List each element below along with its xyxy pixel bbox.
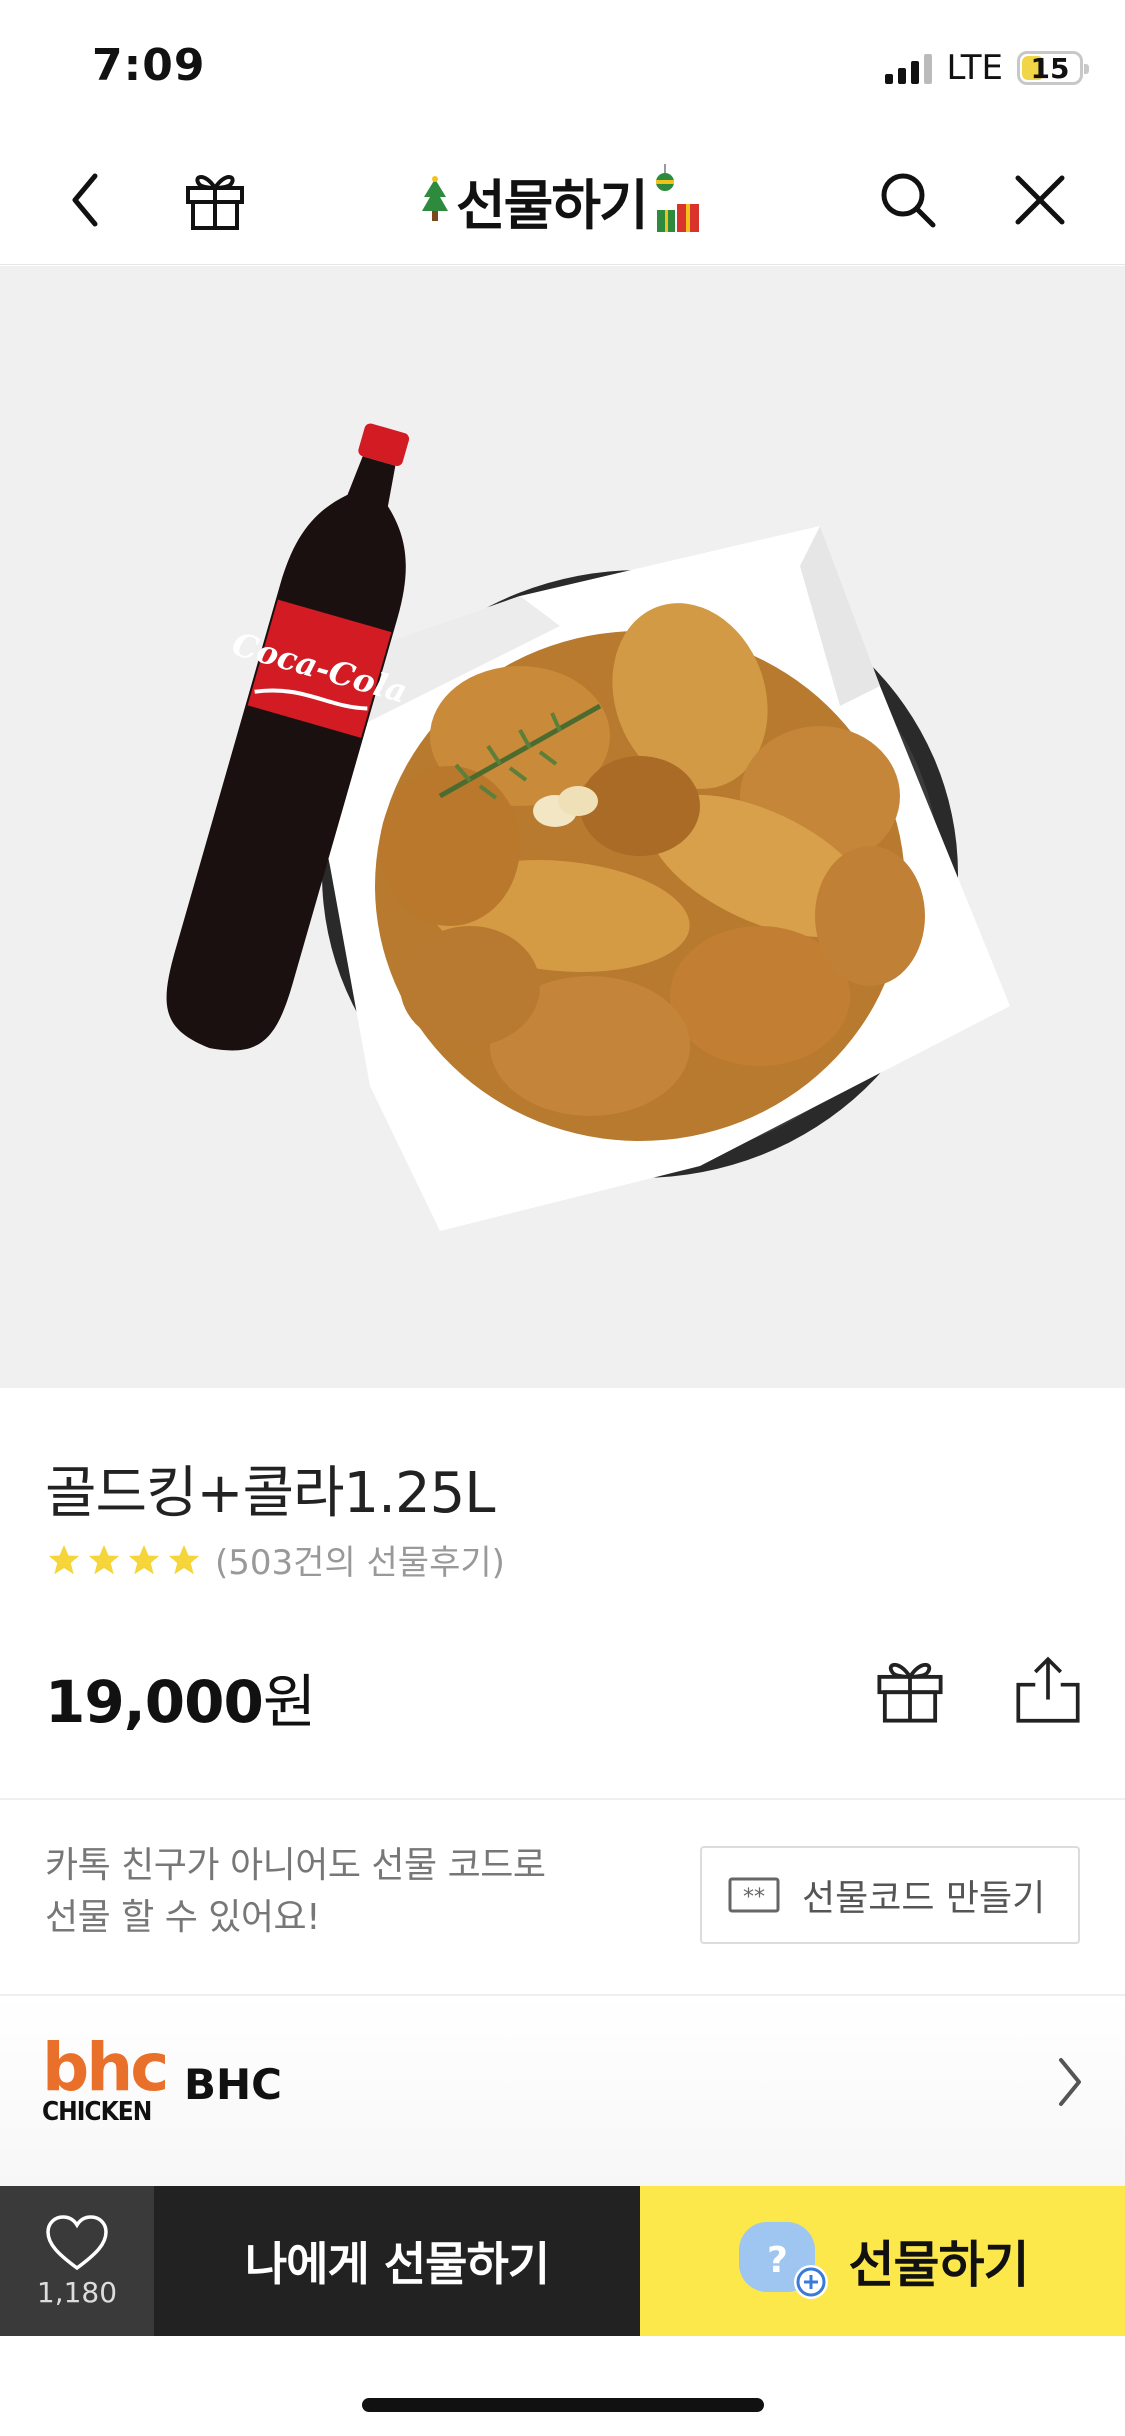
product-photo: Coca-Cola	[166, 423, 1010, 1231]
gift-friend-icon: ?	[738, 2222, 828, 2299]
price-value: 19,000	[45, 1668, 264, 1736]
page-title: 선물하기	[456, 173, 649, 237]
star-icon	[129, 1544, 159, 1574]
divider	[0, 1798, 1125, 1800]
svg-text:?: ?	[767, 2240, 787, 2281]
gift-icon	[186, 175, 244, 230]
review-count[interactable]: (503건의 선물후기)	[215, 1535, 505, 1584]
rating[interactable]: (503건의 선물후기)	[45, 1535, 505, 1584]
battery-icon: 15	[1017, 51, 1089, 85]
share-button[interactable]	[1008, 1650, 1088, 1730]
gift-to-myself-button[interactable]: 나에게 선물하기	[154, 2186, 640, 2336]
close-button[interactable]	[1005, 165, 1075, 235]
brand-link[interactable]: bhc CHICKEN BHC	[0, 1996, 1125, 2186]
chevron-left-icon	[72, 173, 98, 227]
brand-logo-bottom: CHICKEN	[42, 2097, 152, 2127]
star-icon	[49, 1544, 79, 1574]
star-icon	[169, 1544, 199, 1574]
brand-logo: bhc CHICKEN	[42, 2029, 169, 2127]
close-icon	[1015, 175, 1065, 225]
gift-box-button[interactable]	[180, 165, 250, 235]
signal-icon	[885, 52, 933, 84]
product-image[interactable]: Coca-Cola	[0, 266, 1125, 1388]
search-button[interactable]	[873, 165, 943, 235]
search-icon	[881, 173, 936, 228]
back-button[interactable]	[50, 165, 120, 235]
product-name: 골드킹+콜라1.25L	[45, 1461, 495, 1526]
presents-icon	[655, 164, 699, 232]
gift-icon	[877, 1662, 943, 1723]
gift-code-line2: 선물 할 수 있어요!	[45, 1897, 321, 1938]
card-icon-text: **	[743, 1885, 765, 1910]
gift-code-line1: 카톡 친구가 아니어도 선물 코드로	[45, 1845, 546, 1886]
rating-stars	[45, 1542, 203, 1578]
create-gift-code-label: 선물코드 만들기	[802, 1878, 1046, 1919]
heart-icon	[46, 2214, 108, 2270]
status-icons: LTE 15	[885, 48, 1089, 88]
price-currency: 원	[262, 1668, 316, 1736]
brand-name: BHC	[184, 2060, 282, 2109]
battery-level: 15	[1030, 51, 1070, 85]
share-icon	[1016, 1656, 1080, 1723]
gift-button[interactable]: ? 선물하기	[640, 2186, 1125, 2336]
product-price: 19,000원	[45, 1655, 316, 1739]
home-indicator	[362, 2398, 764, 2412]
like-button[interactable]: 1,180	[0, 2186, 154, 2336]
create-gift-code-button[interactable]: ** 선물코드 만들기	[700, 1846, 1080, 1944]
chevron-right-icon	[1059, 2058, 1081, 2106]
brand-logo-top: bhc	[42, 2029, 169, 2106]
status-bar: 7:09 LTE 15	[0, 0, 1125, 135]
gift-wish-button[interactable]	[870, 1650, 950, 1730]
network-type: LTE	[946, 48, 1003, 88]
nav-title: 선물하기	[420, 164, 703, 237]
gift-code-description: 카톡 친구가 아니어도 선물 코드로 선물 할 수 있어요!	[45, 1840, 546, 1944]
star-icon	[89, 1544, 119, 1574]
top-navigation: 선물하기	[0, 135, 1125, 265]
status-time: 7:09	[92, 40, 206, 91]
like-count: 1,180	[36, 2275, 118, 2309]
gift-button-label: 선물하기	[848, 2236, 1030, 2294]
bottom-action-bar: 1,180 나에게 선물하기 ? 선물하기	[0, 2186, 1125, 2336]
gift-code-card-icon: **	[728, 1877, 780, 1913]
christmas-tree-icon	[422, 176, 448, 221]
